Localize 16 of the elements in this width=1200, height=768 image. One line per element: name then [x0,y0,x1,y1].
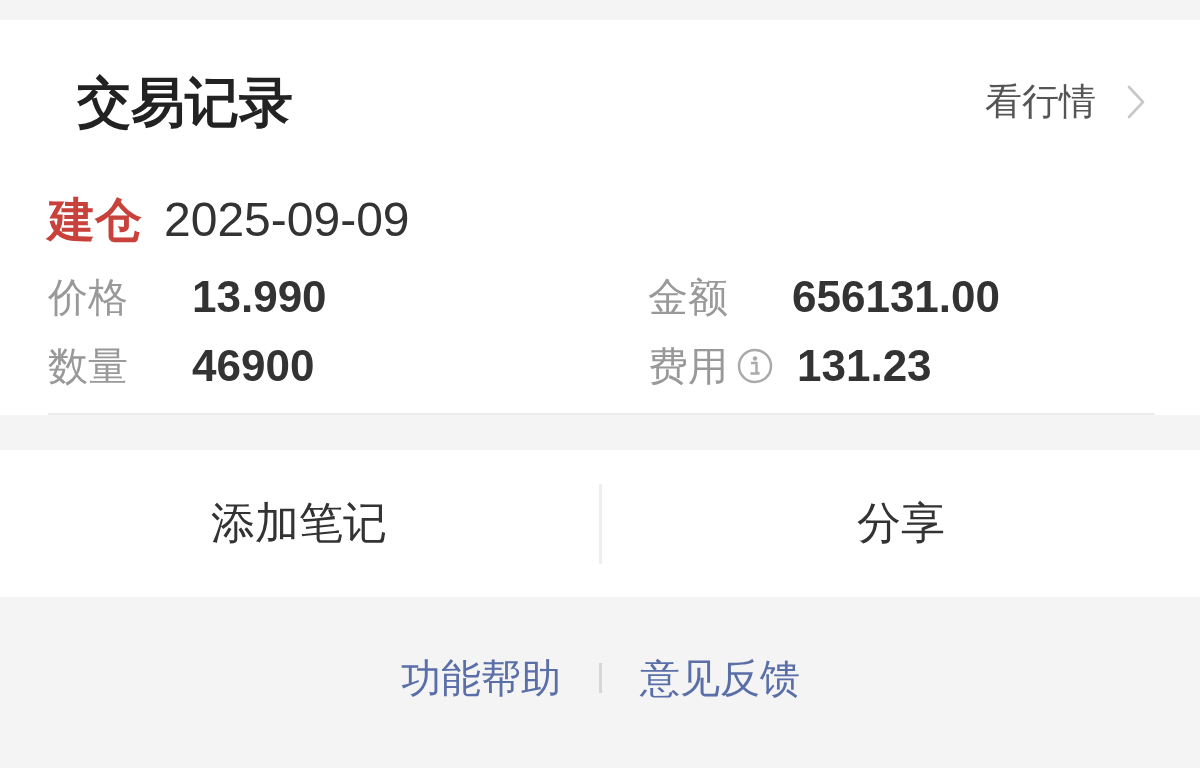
field-value: 46900 [192,341,315,391]
field-label: 价格 [48,274,128,321]
footer-link[interactable]: 功能帮助 [400,655,561,701]
chevron-right-icon [1126,84,1146,120]
field-value: 131.23 [797,341,932,391]
field-label: 费用 [648,343,728,390]
market-link[interactable]: 看行情 [985,80,1146,124]
footer-link[interactable]: 意见反馈 [639,655,800,701]
trade-type: 建仓 [48,194,142,246]
page-title: 交易记录 [77,73,293,131]
trade-date: 2025-09-09 [164,194,410,246]
info-icon[interactable] [737,348,773,384]
field-label: 金额 [648,274,728,321]
field-value: 13.990 [192,272,327,322]
field-value: 656131.00 [792,272,1000,322]
field-label: 数量 [48,343,128,390]
